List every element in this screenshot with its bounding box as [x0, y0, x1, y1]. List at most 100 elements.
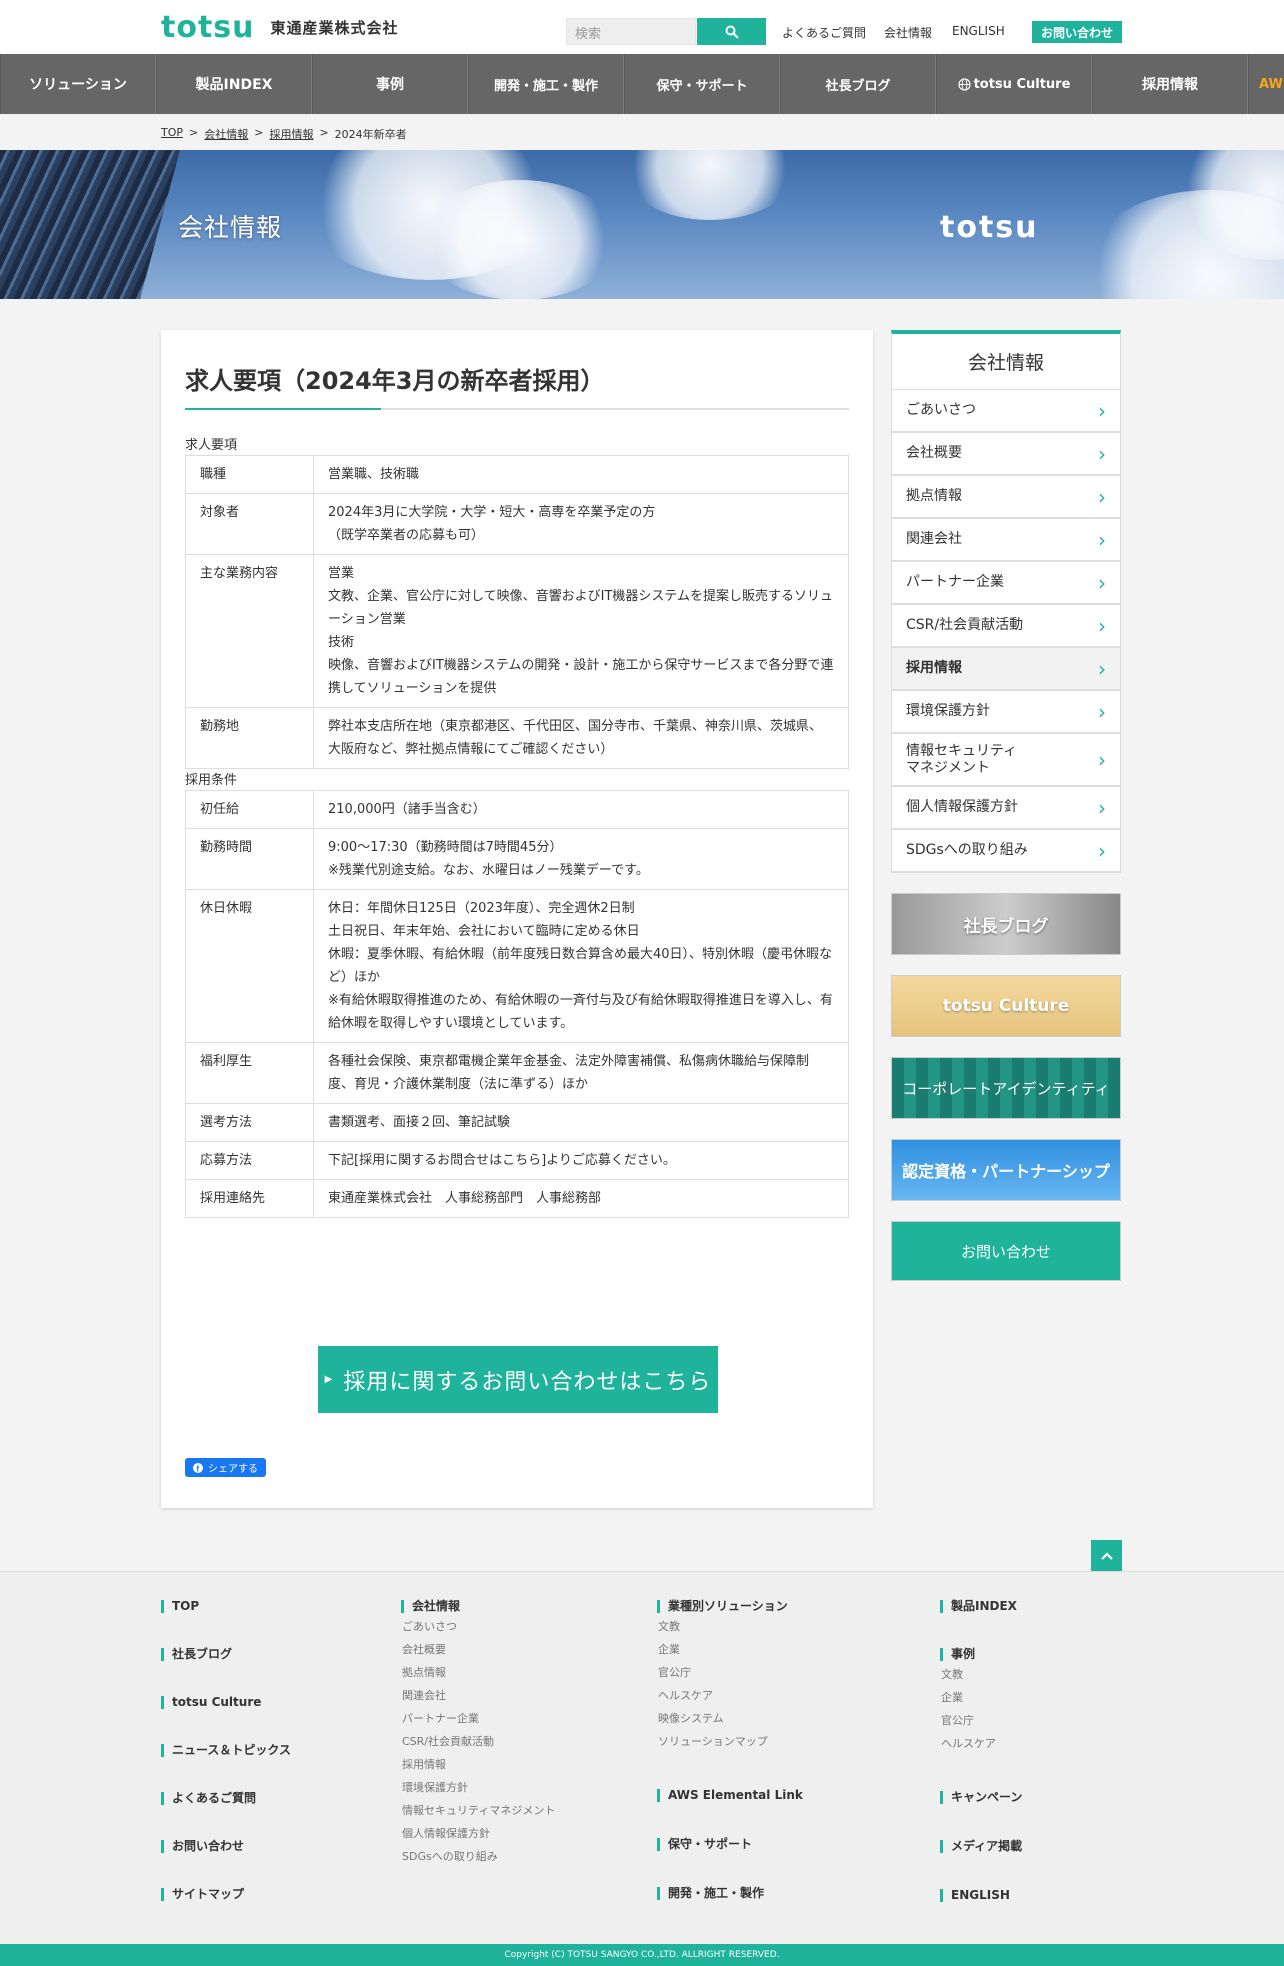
- sidebar-item-label: 個人情報保護方針: [906, 799, 1018, 815]
- row-value-line: 文教、企業、官公庁に対して映像、音響およびIT機器システムを提案し販売するソリュ…: [328, 589, 833, 627]
- footer-sublink[interactable]: 関連会社: [401, 1684, 555, 1707]
- footer-link[interactable]: ニュース＆トピックス: [161, 1744, 291, 1757]
- breadcrumb-company[interactable]: 会社情報: [204, 126, 248, 142]
- footer-sublink[interactable]: 文教: [940, 1663, 1022, 1686]
- sidebar-contact-button[interactable]: お問い合わせ: [891, 1221, 1121, 1281]
- footer-link[interactable]: サイトマップ: [161, 1888, 291, 1901]
- footer-heading-products[interactable]: 製品INDEX: [940, 1600, 1022, 1613]
- footer-sublink[interactable]: パートナー企業: [401, 1707, 555, 1730]
- table-row: 主な業務内容 営業 文教、企業、官公庁に対して映像、音響およびIT機器システムを提案…: [185, 554, 849, 708]
- breadcrumb-top[interactable]: TOP: [161, 126, 183, 142]
- footer-sublink[interactable]: ヘルスケア: [940, 1732, 1022, 1755]
- sidebar-item[interactable]: CSR/社会貢献活動 ›: [891, 605, 1121, 648]
- banner-totsu-culture[interactable]: totsu Culture: [891, 975, 1121, 1037]
- page-title: 求人要項（2024年3月の新卒者採用）: [185, 367, 605, 395]
- footer-sublink[interactable]: 文教: [657, 1615, 803, 1638]
- footer-heading-cases[interactable]: 事例: [940, 1648, 1022, 1661]
- site-header: totsu 東通産業株式会社 検索 よくあるご質問 会社情報 ENGLISH お…: [0, 0, 1284, 54]
- gnav-products[interactable]: 製品INDEX: [156, 54, 312, 114]
- footer-sublink[interactable]: 環境保護方針: [401, 1776, 555, 1799]
- footer-sublink[interactable]: 官公庁: [657, 1661, 803, 1684]
- table-row: 勤務地 弊社本支店所在地（東京都港区、千代田区、国分寺市、千葉県、神奈川県、茨城県…: [185, 707, 849, 769]
- banner-corporate-identity[interactable]: コーポレートアイデンティティ: [891, 1057, 1121, 1119]
- row-value: 東通産業株式会社 人事総務部門 人事総務部: [313, 1179, 849, 1218]
- chevron-right-icon: ›: [1098, 613, 1106, 638]
- footer-link[interactable]: 保守・サポート: [657, 1838, 803, 1851]
- gnav-solution[interactable]: ソリューション: [0, 54, 156, 114]
- facebook-share-button[interactable]: f シェアする: [185, 1458, 266, 1477]
- banner-certification[interactable]: 認定資格・パートナーシップ: [891, 1139, 1121, 1201]
- recruit-contact-button[interactable]: ▶ 採用に関するお問い合わせはこちら: [318, 1346, 718, 1413]
- row-value-line: （既学卒業者の応募も可）: [328, 528, 485, 543]
- row-value: 営業職、技術職: [313, 455, 849, 494]
- main-content: 求人要項（2024年3月の新卒者採用） 求人要項 職種 営業職、技術職 対象者 202…: [161, 330, 873, 1508]
- footer-sublink[interactable]: CSR/社会貢献活動: [401, 1730, 555, 1753]
- gnav-support[interactable]: 保守・サポート: [624, 54, 780, 114]
- footer-sublink[interactable]: ヘルスケア: [657, 1684, 803, 1707]
- gnav-blog[interactable]: 社長ブログ: [780, 54, 936, 114]
- util-nav-faq[interactable]: よくあるご質問: [782, 24, 866, 41]
- sidebar-item[interactable]: 関連会社 ›: [891, 519, 1121, 562]
- footer-sublink[interactable]: 映像システム: [657, 1707, 803, 1730]
- footer-link[interactable]: totsu Culture: [161, 1696, 291, 1709]
- footer-link[interactable]: AWS Elemental Link: [657, 1789, 803, 1802]
- footer-link[interactable]: お問い合わせ: [161, 1840, 291, 1853]
- footer-sublink[interactable]: ソリューションマップ: [657, 1730, 803, 1753]
- sidebar-item[interactable]: ごあいさつ ›: [891, 390, 1121, 433]
- gnav-culture-label: totsu Culture: [973, 76, 1071, 92]
- row-value-line: 営業職、技術職: [328, 467, 420, 482]
- table-row: 休日休暇 休日：年間休日125日（2023年度）、完全週休2日制 土日祝日、年末年始…: [185, 889, 849, 1043]
- sidebar-item[interactable]: 個人情報保護方針 ›: [891, 787, 1121, 830]
- sidebar-item-label: 環境保護方針: [906, 703, 990, 719]
- sidebar-item[interactable]: 採用情報 ›: [891, 648, 1121, 691]
- footer-sublink[interactable]: 官公庁: [940, 1709, 1022, 1732]
- sidebar-item[interactable]: 情報セキュリティ マネジメント ›: [891, 734, 1121, 787]
- header-contact-button[interactable]: お問い合わせ: [1032, 21, 1122, 43]
- table-row: 対象者 2024年3月に大学院・大学・短大・高専を卒業予定の方 （既学卒業者の応募も…: [185, 493, 849, 555]
- footer-link[interactable]: ENGLISH: [940, 1889, 1022, 1902]
- footer-link[interactable]: よくあるご質問: [161, 1792, 291, 1805]
- site-logo[interactable]: totsu 東通産業株式会社: [161, 10, 399, 45]
- footer-sublink[interactable]: ごあいさつ: [401, 1615, 555, 1638]
- search-input[interactable]: 検索: [566, 18, 696, 45]
- page-top-button[interactable]: [1091, 1540, 1122, 1571]
- gnav-recruit[interactable]: 採用情報: [1092, 54, 1248, 114]
- sidebar-item-label: 情報セキュリティ マネジメント: [906, 742, 1018, 776]
- footer-link[interactable]: 開発・施工・製作: [657, 1887, 803, 1900]
- footer-sublink[interactable]: 拠点情報: [401, 1661, 555, 1684]
- footer-link[interactable]: 社長ブログ: [161, 1648, 291, 1661]
- row-label: 採用連絡先: [185, 1179, 314, 1218]
- sidebar-item[interactable]: SDGsへの取り組み ›: [891, 830, 1121, 873]
- sidebar-item[interactable]: 会社概要 ›: [891, 433, 1121, 476]
- row-value-line: 休暇：夏季休暇、有給休暇（前年度残日数合算含め最大40日）、特別休暇（慶弔休暇な…: [328, 947, 833, 985]
- row-label: 職種: [185, 455, 314, 494]
- row-value: 営業 文教、企業、官公庁に対して映像、音響およびIT機器システムを提案し販売するソ…: [313, 554, 849, 708]
- gnav-development[interactable]: 開発・施工・製作: [468, 54, 624, 114]
- sidebar-item[interactable]: パートナー企業 ›: [891, 562, 1121, 605]
- sidebar-item[interactable]: 環境保護方針 ›: [891, 691, 1121, 734]
- util-nav-company[interactable]: 会社情報: [884, 24, 932, 41]
- footer-heading-company[interactable]: 会社情報: [401, 1600, 555, 1613]
- footer-sublink[interactable]: 情報セキュリティマネジメント: [401, 1799, 555, 1822]
- footer-link[interactable]: メディア掲載: [940, 1840, 1022, 1853]
- svg-text:f: f: [196, 1464, 199, 1473]
- sidebar-item[interactable]: 拠点情報 ›: [891, 476, 1121, 519]
- util-nav-english[interactable]: ENGLISH: [952, 24, 1005, 38]
- breadcrumb-recruit[interactable]: 採用情報: [269, 126, 313, 142]
- banner-president-blog[interactable]: 社長ブログ: [891, 893, 1121, 955]
- search-button[interactable]: [697, 18, 766, 45]
- footer-sublink[interactable]: 個人情報保護方針: [401, 1822, 555, 1845]
- footer-sublink[interactable]: 企業: [940, 1686, 1022, 1709]
- footer-sublink[interactable]: 企業: [657, 1638, 803, 1661]
- row-value: 下記[採用に関するお問合せはこちら]よりご応募ください。: [313, 1141, 849, 1180]
- footer-sublink[interactable]: 会社概要: [401, 1638, 555, 1661]
- sidebar-item-label: 拠点情報: [906, 488, 962, 504]
- footer-sublink[interactable]: SDGsへの取り組み: [401, 1845, 555, 1868]
- footer-link[interactable]: TOP: [161, 1600, 291, 1613]
- footer-sublink[interactable]: 採用情報: [401, 1753, 555, 1776]
- gnav-cases[interactable]: 事例: [312, 54, 468, 114]
- footer-heading-solutions[interactable]: 業種別ソリューション: [657, 1600, 803, 1613]
- gnav-aws[interactable]: AWS: [1248, 54, 1284, 114]
- footer-link[interactable]: キャンペーン: [940, 1791, 1022, 1804]
- gnav-culture[interactable]: totsu Culture: [936, 54, 1092, 114]
